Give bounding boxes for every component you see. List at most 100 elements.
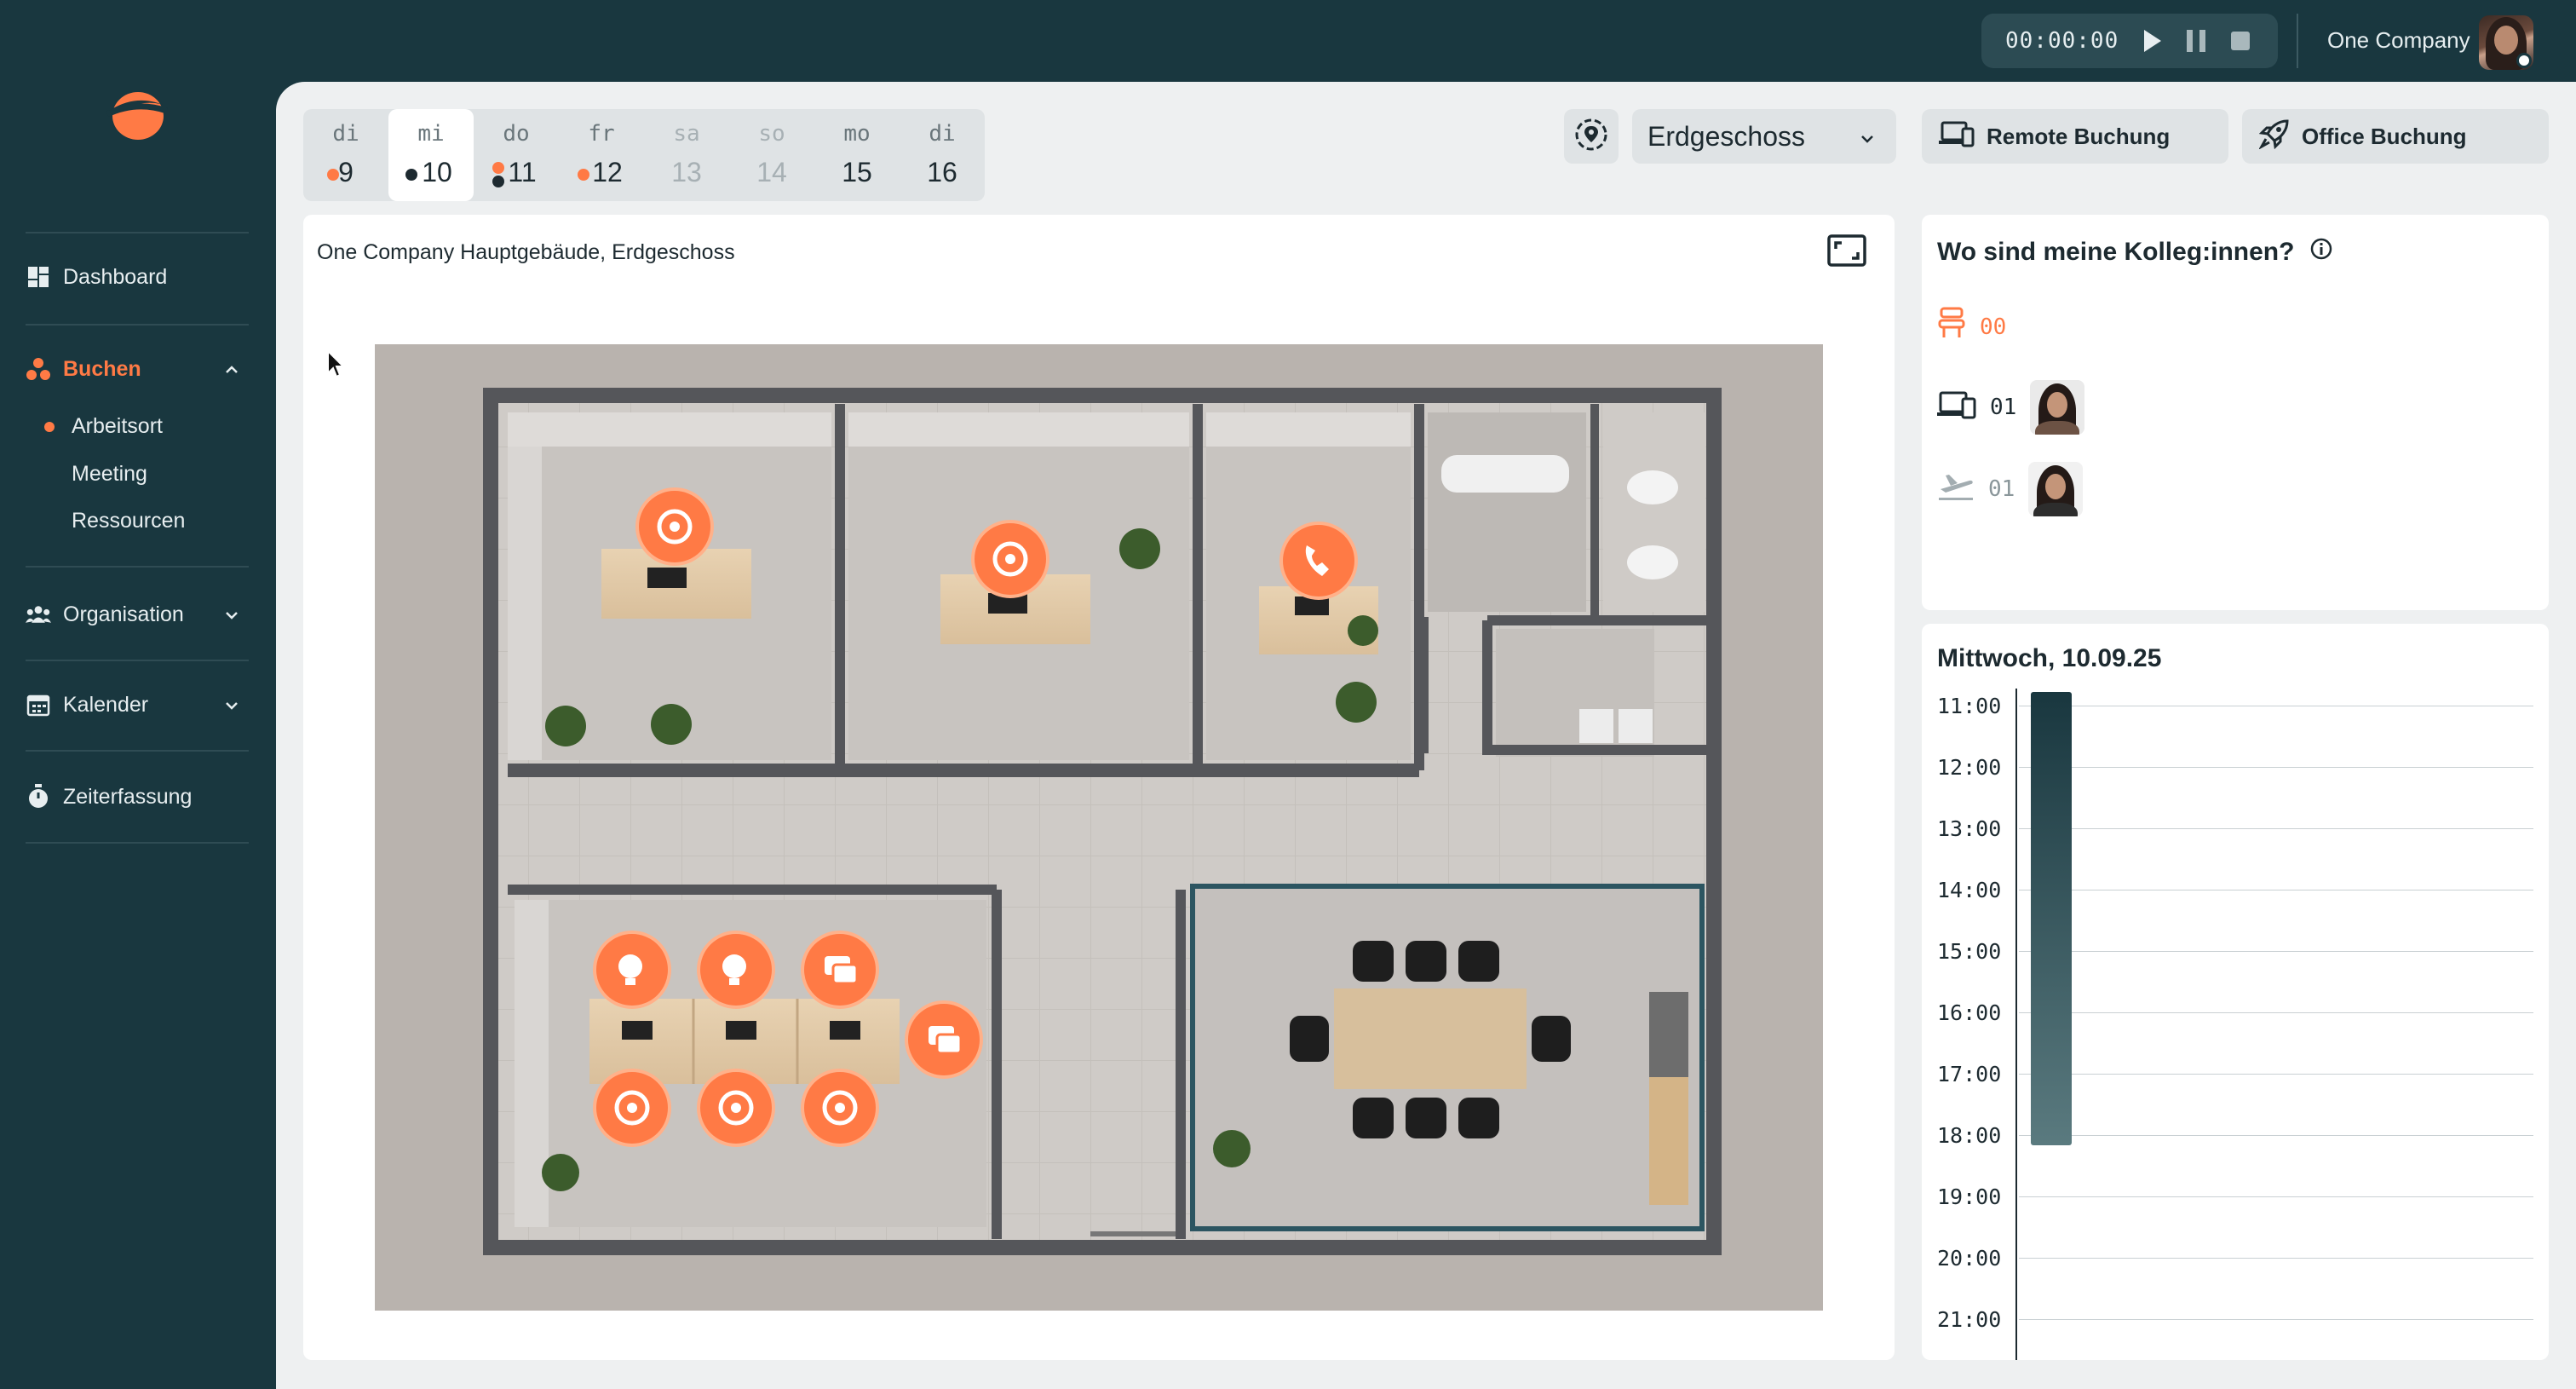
calendar-hour-label: 15:00 — [1937, 939, 2002, 964]
floor-plan-card: One Company Hauptgebäude, Erdgeschoss — [303, 215, 1895, 1360]
day-tab[interactable]: fr 12 — [559, 109, 644, 201]
office-booking-label: Office Buchung — [2302, 123, 2467, 149]
desk-marker-available-icon[interactable] — [593, 1069, 671, 1147]
day-tab[interactable]: di 16 — [900, 109, 985, 201]
nav-divider — [26, 566, 249, 568]
status-indicator — [2516, 53, 2532, 68]
nav-divider — [26, 232, 249, 233]
top-bar: 00:00:00 One Company — [0, 0, 2576, 82]
colleagues-count-office: 00 — [1980, 314, 2007, 340]
airplane-icon — [1937, 472, 1975, 507]
colleague-avatar[interactable] — [2028, 462, 2084, 516]
day-tab-selected[interactable]: mi 10 — [388, 109, 474, 201]
day-tab[interactable]: do 11 — [474, 109, 559, 201]
sidebar: Dashboard Buchen Arbeitsort Meeting Ress… — [0, 0, 276, 1389]
day-tab[interactable]: mo 15 — [814, 109, 900, 201]
chevron-up-icon — [223, 360, 240, 384]
pause-icon[interactable] — [2187, 30, 2206, 52]
day-calendar-card: Mittwoch, 10.09.25 11:00 12:00 13:00 14:00 1… — [1922, 624, 2549, 1360]
devices-icon — [1937, 390, 1976, 425]
calendar-hour-label: 13:00 — [1937, 816, 2002, 841]
sub-item-arbeitsort[interactable]: Arbeitsort — [72, 414, 163, 439]
calendar-hour-label: 17:00 — [1937, 1062, 2002, 1086]
calendar-hour-line — [2019, 828, 2533, 829]
desk-marker-available-icon[interactable] — [635, 487, 714, 566]
nav-buchen-label: Buchen — [63, 356, 141, 381]
time-tracker: 00:00:00 — [1981, 14, 2278, 68]
chat-desk-marker-icon[interactable] — [905, 1000, 983, 1079]
desk-marker-available-icon[interactable] — [971, 520, 1049, 598]
colleague-avatar[interactable] — [2030, 380, 2085, 435]
devices-icon — [1939, 120, 1975, 153]
nav-organisation-label: Organisation — [63, 602, 184, 626]
nav-divider — [26, 750, 249, 752]
calendar-axis — [2015, 689, 2017, 1360]
calendar-hour-label: 20:00 — [1937, 1246, 2002, 1271]
sub-item-meeting[interactable]: Meeting — [72, 462, 147, 487]
calendar-hour-line — [2019, 1196, 2533, 1197]
play-icon[interactable] — [2144, 30, 2162, 52]
rocket-icon — [2258, 118, 2290, 155]
stop-icon[interactable] — [2231, 32, 2251, 50]
nav-zeiterfassung-label: Zeiterfassung — [63, 784, 193, 809]
day-tab[interactable]: di 9 — [303, 109, 388, 201]
nav-dashboard-label: Dashboard — [63, 264, 168, 289]
colleagues-row-office[interactable]: 00 — [1937, 307, 2006, 347]
fullscreen-icon[interactable] — [1826, 233, 1867, 272]
nav-organisation[interactable]: Organisation — [26, 602, 249, 627]
chat-desk-marker-icon[interactable] — [801, 931, 879, 1009]
calendar-hour-label: 11:00 — [1937, 694, 2002, 718]
calendar-hour-label: 18:00 — [1937, 1123, 2002, 1148]
calendar-icon — [26, 692, 51, 718]
floor-select[interactable]: Erdgeschoss — [1632, 109, 1896, 164]
phone-booth-marker-icon[interactable] — [1279, 522, 1358, 600]
booking-icon — [26, 356, 51, 382]
day-selector: di 9 mi 10 do 11 fr 12 sa 13 so 14 mo 15… — [303, 109, 985, 201]
colleagues-title: Wo sind meine Kolleg:innen? — [1937, 237, 2333, 268]
nav-divider — [26, 842, 249, 844]
topbar-divider — [2297, 14, 2298, 68]
people-icon — [26, 602, 51, 627]
colleagues-count-travel: 01 — [1988, 476, 2015, 502]
calendar-hour-line — [2019, 1319, 2533, 1320]
floor-plan[interactable] — [375, 344, 1823, 1311]
nav-zeiterfassung[interactable]: Zeiterfassung — [26, 784, 249, 810]
remote-booking-button[interactable]: Remote Buchung — [1922, 109, 2228, 164]
calendar-hour-label: 14:00 — [1937, 878, 2002, 902]
active-sub-dot — [44, 422, 55, 432]
calendar-hour-line — [2019, 1012, 2533, 1013]
idea-desk-marker-icon[interactable] — [697, 931, 775, 1009]
room-meeting[interactable] — [1190, 884, 1705, 1231]
day-tab[interactable]: sa 13 — [644, 109, 729, 201]
nav-dashboard[interactable]: Dashboard — [26, 264, 249, 290]
location-target-icon — [1573, 116, 1610, 158]
calendar-booking-event[interactable] — [2031, 692, 2072, 1145]
nav-buchen[interactable]: Buchen — [26, 356, 249, 382]
chevron-down-icon — [1857, 124, 1877, 156]
info-icon[interactable] — [2309, 237, 2333, 268]
calendar-date-title: Mittwoch, 10.09.25 — [1937, 644, 2162, 672]
desk-marker-available-icon[interactable] — [801, 1069, 879, 1147]
chevron-down-icon — [223, 605, 240, 630]
calendar-hour-label: 21:00 — [1937, 1307, 2002, 1332]
calendar-hour-label: 12:00 — [1937, 755, 2002, 780]
nav-kalender[interactable]: Kalender — [26, 692, 249, 718]
desk-marker-available-icon[interactable] — [697, 1069, 775, 1147]
colleagues-row-remote[interactable]: 01 — [1937, 380, 2085, 435]
office-booking-button[interactable]: Office Buchung — [2242, 109, 2549, 164]
colleagues-row-travel[interactable]: 01 — [1937, 462, 2084, 516]
sub-item-ressourcen[interactable]: Ressourcen — [72, 509, 185, 533]
timer-display: 00:00:00 — [2005, 28, 2119, 54]
day-tab[interactable]: so 14 — [729, 109, 814, 201]
app-logo[interactable] — [106, 85, 170, 143]
calendar-hour-line — [2019, 1258, 2533, 1259]
idea-desk-marker-icon[interactable] — [593, 931, 671, 1009]
calendar-hour-line — [2019, 1074, 2533, 1075]
stopwatch-icon — [26, 784, 51, 810]
calendar-hour-line — [2019, 1135, 2533, 1136]
mouse-cursor-icon — [326, 349, 346, 383]
remote-booking-label: Remote Buchung — [1987, 123, 2171, 149]
company-name[interactable]: One Company — [2327, 27, 2470, 54]
dashboard-icon — [26, 264, 51, 290]
locate-button[interactable] — [1564, 109, 1619, 164]
